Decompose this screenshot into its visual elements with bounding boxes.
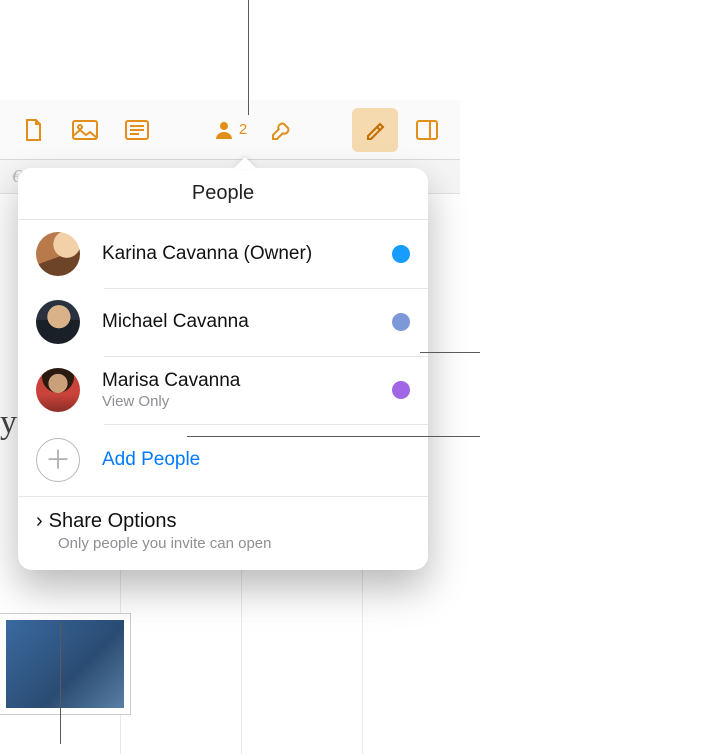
add-people-label: Add People	[102, 449, 200, 471]
callout-leader	[187, 436, 480, 437]
popover-title: People	[18, 168, 428, 220]
avatar	[36, 300, 80, 344]
person-row[interactable]: Michael Cavanna	[18, 288, 428, 356]
person-row[interactable]: Karina Cavanna (Owner)	[18, 220, 428, 288]
add-people-button[interactable]: ＋ Add People	[18, 424, 428, 496]
document-script-text: y	[0, 404, 17, 442]
presence-dot	[392, 313, 410, 331]
presence-dot	[392, 245, 410, 263]
format-icon[interactable]	[352, 108, 398, 152]
document-image[interactable]	[0, 614, 130, 714]
collaboration-button[interactable]: 2	[207, 108, 253, 152]
collab-count: 2	[239, 121, 247, 138]
chevron-right-icon: ›	[36, 511, 43, 531]
sidebar-icon[interactable]	[404, 108, 450, 152]
page-icon[interactable]	[10, 108, 56, 152]
person-name: Karina Cavanna (Owner)	[102, 243, 392, 265]
avatar	[36, 232, 80, 276]
share-options-title: Share Options	[49, 510, 177, 533]
share-options-sub: Only people you invite can open	[58, 535, 410, 552]
app-window: 2 € y People Karina Ca	[0, 100, 460, 754]
people-popover: People Karina Cavanna (Owner) Michael Ca…	[18, 168, 428, 570]
callout-leader	[420, 352, 480, 353]
person-name: Michael Cavanna	[102, 311, 392, 333]
toolbar: 2	[0, 100, 460, 160]
insert-image-icon[interactable]	[62, 108, 108, 152]
presence-dot	[392, 381, 410, 399]
callout-leader	[248, 0, 249, 115]
person-permission: View Only	[102, 393, 392, 410]
person-row[interactable]: Marisa Cavanna View Only	[18, 356, 428, 424]
text-icon[interactable]	[114, 108, 160, 152]
plus-circle-icon: ＋	[36, 438, 80, 482]
avatar	[36, 368, 80, 412]
share-options-button[interactable]: › Share Options Only people you invite c…	[18, 496, 428, 570]
callout-leader	[60, 622, 61, 744]
tools-icon[interactable]	[259, 108, 305, 152]
person-name: Marisa Cavanna	[102, 370, 392, 392]
